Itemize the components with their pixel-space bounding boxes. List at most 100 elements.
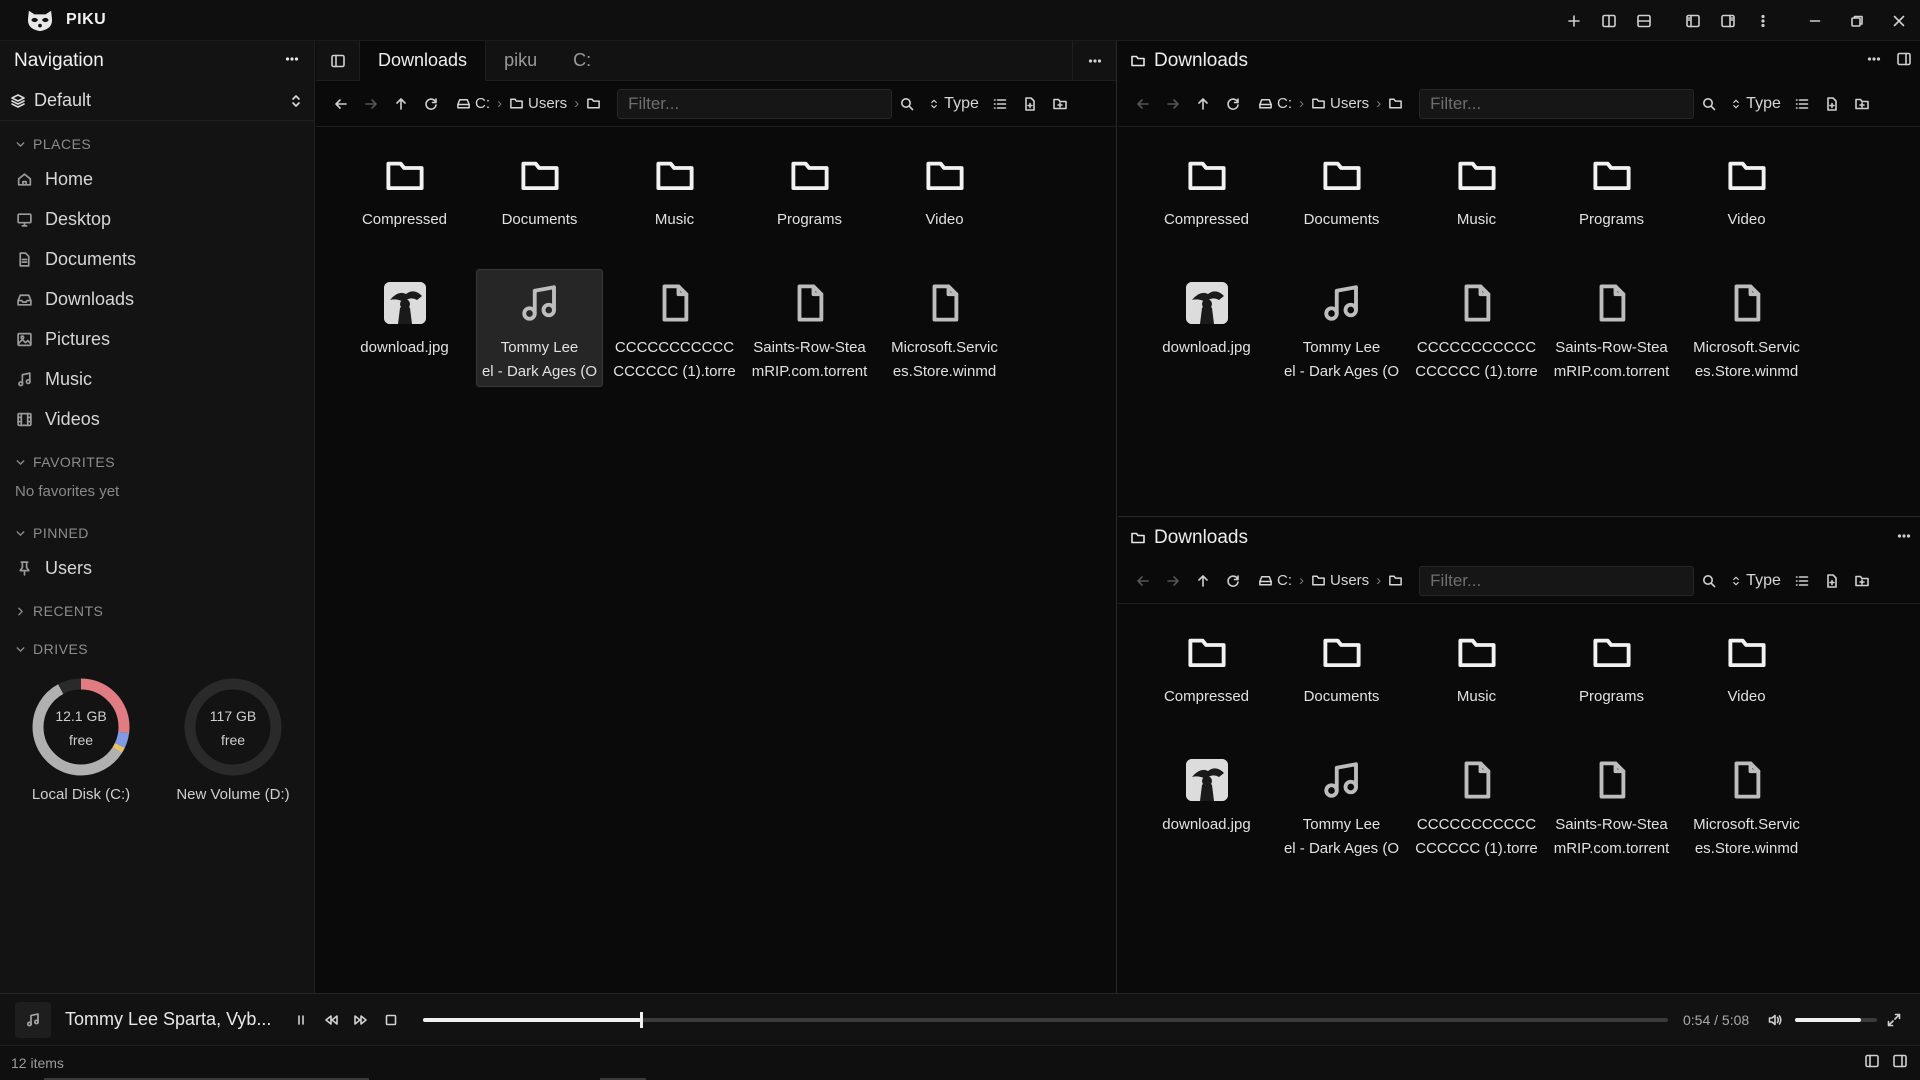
- forward-arrow-icon[interactable]: [356, 89, 386, 119]
- volume-icon[interactable]: [1767, 1012, 1783, 1028]
- file-item[interactable]: Tommy Lee el - Dark Ages (O: [476, 269, 603, 387]
- sidebar-item-pictures[interactable]: Pictures: [0, 319, 314, 359]
- folder-item[interactable]: Music: [611, 141, 738, 259]
- tab-piku[interactable]: piku: [486, 41, 555, 81]
- folder-item[interactable]: Video: [1683, 618, 1810, 736]
- file-item[interactable]: Tommy Lee el - Dark Ages (O: [1278, 746, 1405, 864]
- profile-selector[interactable]: Default: [0, 81, 314, 121]
- drive-new-volume-d[interactable]: 117 GB free New Volume (D:): [176, 676, 290, 803]
- folder-item[interactable]: Music: [1413, 618, 1540, 736]
- folder-item[interactable]: Programs: [746, 141, 873, 259]
- breadcrumb-drive[interactable]: C:: [1254, 572, 1296, 589]
- sidebar-more-icon[interactable]: [284, 51, 300, 72]
- sidebar-item-videos[interactable]: Videos: [0, 399, 314, 439]
- seek-handle[interactable]: [639, 1011, 643, 1028]
- status-panel-left-icon[interactable]: [1864, 1053, 1880, 1074]
- breadcrumb-current-folder[interactable]: [582, 96, 605, 111]
- refresh-icon[interactable]: [1218, 89, 1248, 119]
- new-file-icon[interactable]: [1015, 89, 1045, 119]
- pane-panel-toggle-icon[interactable]: [1896, 51, 1912, 72]
- new-folder-icon[interactable]: [1847, 566, 1877, 596]
- folder-item[interactable]: Documents: [476, 141, 603, 259]
- drive-local-disk-c[interactable]: 12.1 GB free Local Disk (C:): [30, 676, 132, 803]
- sidebar-item-downloads[interactable]: Downloads: [0, 279, 314, 319]
- toggle-left-panel-icon[interactable]: [1675, 0, 1710, 41]
- close-icon[interactable]: [1878, 0, 1920, 41]
- seek-bar[interactable]: [423, 1011, 1668, 1028]
- new-folder-icon[interactable]: [1847, 89, 1877, 119]
- file-item[interactable]: Microsoft.Servic es.Store.winmd: [1683, 746, 1810, 864]
- breadcrumb-current-folder[interactable]: [1384, 96, 1407, 111]
- folder-item[interactable]: Programs: [1548, 141, 1675, 259]
- breadcrumb-drive[interactable]: C:: [1254, 95, 1296, 112]
- minimize-icon[interactable]: [1794, 0, 1836, 41]
- back-arrow-icon[interactable]: [326, 89, 356, 119]
- pause-icon[interactable]: [289, 1005, 313, 1035]
- file-item[interactable]: download.jpg: [341, 269, 468, 387]
- folder-item[interactable]: Documents: [1278, 618, 1405, 736]
- drives-section-header[interactable]: DRIVES: [0, 634, 314, 664]
- list-view-icon[interactable]: [1787, 89, 1817, 119]
- rewind-icon[interactable]: [319, 1005, 343, 1035]
- breadcrumb-users[interactable]: Users: [1307, 572, 1373, 589]
- sidebar-item-home[interactable]: Home: [0, 159, 314, 199]
- search-icon[interactable]: [1694, 566, 1724, 596]
- breadcrumb-users[interactable]: Users: [505, 95, 571, 112]
- up-arrow-icon[interactable]: [1188, 89, 1218, 119]
- new-file-icon[interactable]: [1817, 89, 1847, 119]
- pinned-section-header[interactable]: PINNED: [0, 518, 314, 548]
- folder-item[interactable]: Compressed: [1143, 141, 1270, 259]
- back-arrow-icon[interactable]: [1128, 566, 1158, 596]
- sort-by-type-button[interactable]: Type: [1730, 572, 1781, 590]
- new-file-icon[interactable]: [1817, 566, 1847, 596]
- folder-item[interactable]: Programs: [1548, 618, 1675, 736]
- list-view-icon[interactable]: [1787, 566, 1817, 596]
- refresh-icon[interactable]: [416, 89, 446, 119]
- file-item[interactable]: Microsoft.Servic es.Store.winmd: [1683, 269, 1810, 387]
- more-vertical-icon[interactable]: [1745, 0, 1780, 41]
- file-item[interactable]: Microsoft.Servic es.Store.winmd: [881, 269, 1008, 387]
- tab-c-drive[interactable]: C:: [555, 41, 609, 81]
- folder-item[interactable]: Music: [1413, 141, 1540, 259]
- volume-slider[interactable]: [1795, 1017, 1877, 1022]
- sort-by-type-button[interactable]: Type: [1730, 95, 1781, 113]
- breadcrumb-drive[interactable]: C:: [452, 95, 494, 112]
- search-icon[interactable]: [892, 89, 922, 119]
- file-item[interactable]: CCCCCCCCCCC CCCCCC (1).torre: [1413, 269, 1540, 387]
- favorites-section-header[interactable]: FAVORITES: [0, 447, 314, 477]
- file-item[interactable]: Saints-Row-Stea mRIP.com.torrent: [1548, 269, 1675, 387]
- refresh-icon[interactable]: [1218, 566, 1248, 596]
- stop-icon[interactable]: [379, 1005, 403, 1035]
- file-item[interactable]: CCCCCCCCCCC CCCCCC (1).torre: [611, 269, 738, 387]
- breadcrumb-users[interactable]: Users: [1307, 95, 1373, 112]
- back-arrow-icon[interactable]: [1128, 89, 1158, 119]
- fast-forward-icon[interactable]: [349, 1005, 373, 1035]
- sidebar-toggle-icon[interactable]: [316, 40, 360, 81]
- file-item[interactable]: download.jpg: [1143, 269, 1270, 387]
- split-horizontal-icon[interactable]: [1626, 0, 1661, 41]
- file-item[interactable]: CCCCCCCCCCC CCCCCC (1).torre: [1413, 746, 1540, 864]
- pane-more-icon[interactable]: [1896, 528, 1912, 549]
- filter-input[interactable]: [1419, 88, 1695, 119]
- sidebar-item-documents[interactable]: Documents: [0, 239, 314, 279]
- folder-item[interactable]: Video: [881, 141, 1008, 259]
- file-item[interactable]: download.jpg: [1143, 746, 1270, 864]
- status-panel-right-icon[interactable]: [1892, 1053, 1908, 1074]
- file-item[interactable]: Saints-Row-Stea mRIP.com.torrent: [1548, 746, 1675, 864]
- places-section-header[interactable]: PLACES: [0, 129, 314, 159]
- file-item[interactable]: Tommy Lee el - Dark Ages (O: [1278, 269, 1405, 387]
- sidebar-item-music[interactable]: Music: [0, 359, 314, 399]
- sort-by-type-button[interactable]: Type: [928, 95, 979, 113]
- recents-section-header[interactable]: RECENTS: [0, 596, 314, 626]
- folder-item[interactable]: Compressed: [1143, 618, 1270, 736]
- up-arrow-icon[interactable]: [1188, 566, 1218, 596]
- folder-item[interactable]: Compressed: [341, 141, 468, 259]
- file-item[interactable]: Saints-Row-Stea mRIP.com.torrent: [746, 269, 873, 387]
- filter-input[interactable]: [1419, 565, 1695, 596]
- expand-icon[interactable]: [1886, 1012, 1902, 1028]
- tab-downloads[interactable]: Downloads: [360, 40, 487, 81]
- search-icon[interactable]: [1694, 89, 1724, 119]
- filter-input[interactable]: [617, 88, 893, 119]
- restore-icon[interactable]: [1836, 0, 1878, 41]
- list-view-icon[interactable]: [985, 89, 1015, 119]
